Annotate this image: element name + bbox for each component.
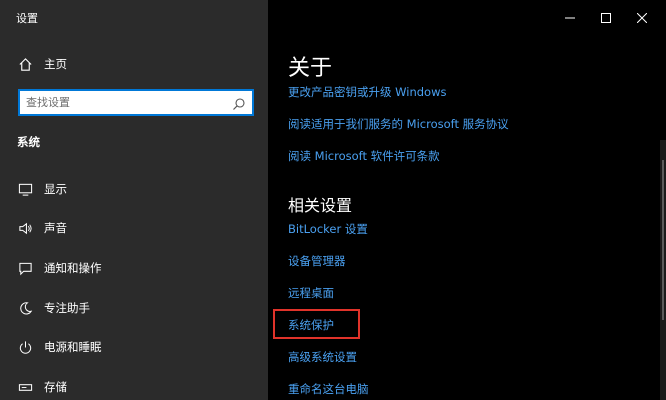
- sidebar-item-label: 电源和睡眠: [44, 340, 102, 354]
- nav-home-label: 主页: [44, 57, 67, 71]
- sidebar-item-label: 通知和操作: [44, 261, 102, 275]
- speaker-icon: [17, 220, 33, 236]
- section-title: 系统: [17, 135, 40, 149]
- monitor-icon: [17, 181, 33, 197]
- search-input[interactable]: [26, 93, 226, 112]
- link-rename-this-pc[interactable]: 重命名这台电脑: [288, 381, 369, 397]
- link-microsoft-services-agreement[interactable]: 阅读适用于我们服务的 Microsoft 服务协议: [288, 116, 509, 132]
- sidebar: 设置 主页 系统 显示 声音: [0, 0, 268, 400]
- link-device-manager[interactable]: 设备管理器: [288, 253, 346, 269]
- link-advanced-system-settings[interactable]: 高级系统设置: [288, 349, 357, 365]
- nav-home[interactable]: 主页: [0, 47, 268, 81]
- sidebar-item-sound[interactable]: 声音: [0, 211, 268, 245]
- close-button[interactable]: [622, 0, 662, 34]
- power-icon: [17, 339, 33, 355]
- close-icon: [636, 8, 648, 27]
- minimize-icon: [565, 8, 575, 27]
- storage-icon: [17, 379, 33, 395]
- scrollbar[interactable]: [660, 140, 666, 400]
- link-bitlocker-settings[interactable]: BitLocker 设置: [288, 221, 368, 237]
- window-title: 设置: [16, 12, 38, 25]
- related-settings-title: 相关设置: [288, 196, 353, 215]
- sidebar-item-storage[interactable]: 存储: [0, 370, 268, 400]
- link-change-product-key[interactable]: 更改产品密钥或升级 Windows: [288, 84, 447, 100]
- page-title: 关于: [288, 56, 333, 81]
- highlight-box: [273, 309, 360, 339]
- content-pane: 关于 更改产品密钥或升级 Windows 阅读适用于我们服务的 Microsof…: [268, 0, 666, 400]
- sidebar-item-label: 专注助手: [44, 301, 90, 315]
- search-icon[interactable]: [232, 96, 246, 110]
- sidebar-item-focus-assist[interactable]: 专注助手: [0, 291, 268, 325]
- link-remote-desktop[interactable]: 远程桌面: [288, 285, 334, 301]
- settings-window: 设置 主页 系统 显示 声音: [0, 0, 666, 400]
- home-icon: [17, 56, 33, 72]
- maximize-icon: [601, 8, 611, 27]
- sidebar-item-display[interactable]: 显示: [0, 172, 268, 206]
- sidebar-item-power-sleep[interactable]: 电源和睡眠: [0, 330, 268, 364]
- sidebar-item-label: 声音: [44, 221, 67, 235]
- moon-icon: [17, 300, 33, 316]
- maximize-button[interactable]: [586, 0, 626, 34]
- search-box[interactable]: [18, 89, 254, 116]
- sidebar-item-label: 显示: [44, 182, 67, 196]
- notification-icon: [17, 260, 33, 276]
- sidebar-item-notifications[interactable]: 通知和操作: [0, 251, 268, 285]
- scrollbar-thumb[interactable]: [662, 160, 664, 320]
- minimize-button[interactable]: [550, 0, 590, 34]
- link-microsoft-license-terms[interactable]: 阅读 Microsoft 软件许可条款: [288, 148, 440, 164]
- sidebar-item-label: 存储: [44, 380, 67, 394]
